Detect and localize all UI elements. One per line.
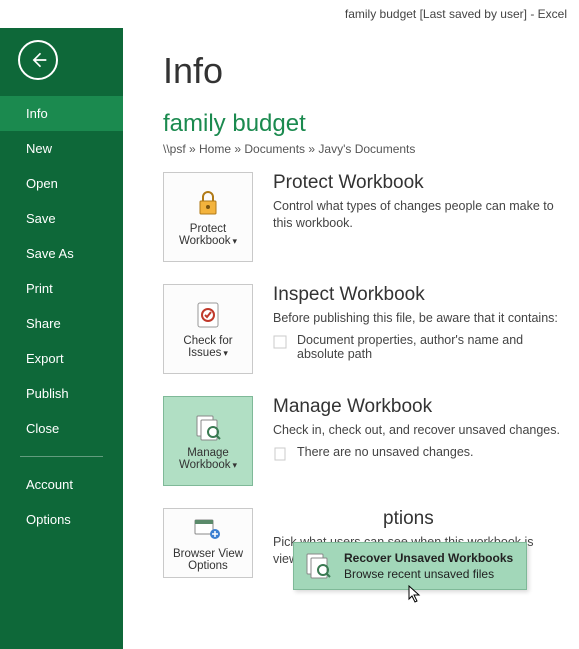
- inspect-section: Check forIssues▾ Inspect Workbook Before…: [163, 284, 563, 374]
- title-bar: family budget [Last saved by user] - Exc…: [0, 0, 579, 28]
- manage-icon: [192, 411, 224, 443]
- browser-heading: ptions: [273, 508, 563, 530]
- check-icon: [192, 299, 224, 331]
- protect-workbook-button[interactable]: ProtectWorkbook▾: [163, 172, 253, 262]
- lock-icon: [192, 187, 224, 219]
- nav-divider: [20, 456, 103, 457]
- arrow-left-icon: [28, 50, 48, 70]
- recover-unsaved-menu-item[interactable]: Recover Unsaved Workbooks Browse recent …: [293, 542, 527, 590]
- recover-icon: [304, 551, 334, 581]
- browser-view-icon: [192, 514, 224, 546]
- protect-section: ProtectWorkbook▾ Protect Workbook Contro…: [163, 172, 563, 262]
- sidebar: Info New Open Save Save As Print Share E…: [0, 28, 123, 649]
- nav-options[interactable]: Options: [0, 502, 123, 537]
- browser-view-options-button[interactable]: Browser ViewOptions: [163, 508, 253, 578]
- manage-bullet: There are no unsaved changes.: [273, 445, 563, 461]
- nav-publish[interactable]: Publish: [0, 376, 123, 411]
- nav-save-as[interactable]: Save As: [0, 236, 123, 271]
- inspect-desc: Before publishing this file, be aware th…: [273, 310, 563, 327]
- nav-account[interactable]: Account: [0, 467, 123, 502]
- breadcrumb: \\psf » Home » Documents » Javy's Docume…: [163, 142, 563, 156]
- nav-new[interactable]: New: [0, 131, 123, 166]
- chevron-down-icon: ▾: [233, 460, 238, 470]
- page-title: Info: [163, 50, 563, 92]
- manage-workbook-button[interactable]: ManageWorkbook▾: [163, 396, 253, 486]
- back-button[interactable]: [18, 40, 58, 80]
- document-title: family budget: [163, 110, 563, 138]
- nav-info[interactable]: Info: [0, 96, 123, 131]
- chevron-down-icon: ▾: [223, 348, 228, 358]
- manage-heading: Manage Workbook: [273, 396, 563, 418]
- title-bar-text: family budget [Last saved by user] - Exc…: [345, 7, 567, 21]
- protect-heading: Protect Workbook: [273, 172, 563, 194]
- chevron-down-icon: ▾: [233, 236, 238, 246]
- protect-desc: Control what types of changes people can…: [273, 198, 563, 232]
- inspect-bullet: Document properties, author's name and a…: [273, 333, 563, 361]
- manage-section: ManageWorkbook▾ Manage Workbook Check in…: [163, 396, 563, 486]
- nav-share[interactable]: Share: [0, 306, 123, 341]
- popup-subtitle: Browse recent unsaved files: [344, 567, 513, 581]
- nav-export[interactable]: Export: [0, 341, 123, 376]
- backstage-view: Info New Open Save Save As Print Share E…: [0, 28, 579, 649]
- nav-close[interactable]: Close: [0, 411, 123, 446]
- nav-open[interactable]: Open: [0, 166, 123, 201]
- manage-desc: Check in, check out, and recover unsaved…: [273, 422, 563, 439]
- document-icon: [273, 447, 287, 461]
- nav-print[interactable]: Print: [0, 271, 123, 306]
- nav-save[interactable]: Save: [0, 201, 123, 236]
- content-area: Info family budget \\psf » Home » Docume…: [123, 28, 579, 649]
- inspect-heading: Inspect Workbook: [273, 284, 563, 306]
- check-for-issues-button[interactable]: Check forIssues▾: [163, 284, 253, 374]
- bullet-icon: [273, 335, 287, 349]
- popup-title: Recover Unsaved Workbooks: [344, 551, 513, 565]
